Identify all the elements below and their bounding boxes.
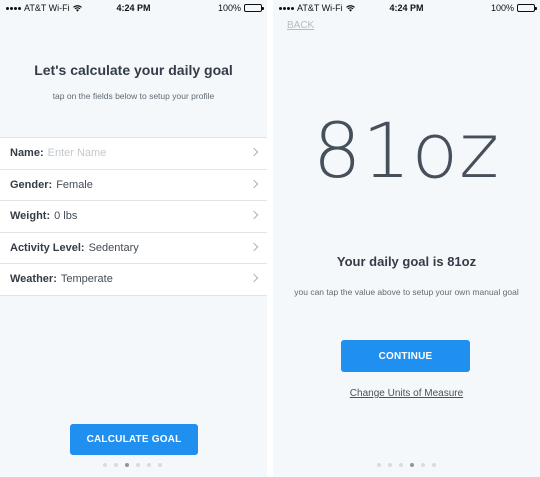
chevron-right-icon — [249, 273, 259, 283]
continue-button[interactable]: CONTINUE — [341, 340, 470, 372]
page-dot-active — [125, 463, 129, 467]
page-dot — [136, 463, 140, 467]
chevron-right-icon — [249, 210, 259, 220]
page-dot — [432, 463, 436, 467]
weight-field[interactable]: Weight: 0 lbs — [0, 201, 267, 233]
page-indicator — [103, 463, 162, 467]
field-value: 0 lbs — [54, 210, 78, 223]
back-button[interactable]: BACK — [287, 20, 314, 31]
page-subtitle: tap on the fields below to setup your pr… — [52, 91, 215, 101]
page-indicator — [377, 463, 436, 467]
page-dot — [399, 463, 403, 467]
battery-percent: 100% — [490, 3, 514, 13]
profile-setup-screen: AT&T Wi-Fi 4:24 PM 100% Let's calculate … — [0, 0, 267, 477]
battery-icon — [517, 4, 537, 12]
activity-level-field[interactable]: Activity Level: Sedentary — [0, 233, 267, 264]
status-bar: AT&T Wi-Fi 4:24 PM 100% — [0, 0, 267, 16]
change-units-link[interactable]: Change Units of Measure — [273, 388, 540, 399]
field-label: Name: — [10, 147, 44, 160]
page-title: Let's calculate your daily goal — [34, 62, 233, 78]
name-placeholder: Enter Name — [47, 147, 107, 160]
page-dot — [158, 463, 162, 467]
calculate-goal-button[interactable]: CALCULATE GOAL — [70, 424, 198, 455]
field-value: Sedentary — [88, 241, 139, 254]
battery-status: 100% — [217, 3, 264, 13]
page-dot — [103, 463, 107, 467]
battery-icon — [244, 4, 264, 12]
page-dot — [377, 463, 381, 467]
page-dot — [388, 463, 392, 467]
goal-description: you can tap the value above to setup you… — [294, 287, 519, 297]
status-bar: AT&T Wi-Fi 4:24 PM 100% — [273, 0, 540, 16]
field-label: Activity Level: — [10, 241, 85, 254]
field-value: Female — [56, 178, 93, 191]
page-dot — [147, 463, 151, 467]
page-dot — [421, 463, 425, 467]
name-field[interactable]: Name: Enter Name — [0, 138, 267, 170]
goal-value-display[interactable]: 81oz — [273, 106, 540, 195]
page-dot-active — [410, 463, 414, 467]
daily-goal-screen: AT&T Wi-Fi 4:24 PM 100% BACK 81oz Your d… — [273, 0, 540, 477]
field-value: Temperate — [60, 273, 113, 286]
chevron-right-icon — [249, 147, 259, 157]
field-label: Weight: — [10, 210, 51, 223]
field-label: Gender: — [10, 178, 53, 191]
profile-fields-list: Name: Enter Name Gender: Female Weight: … — [0, 137, 267, 296]
battery-percent: 100% — [217, 3, 241, 13]
chevron-right-icon — [249, 242, 259, 251]
page-dot — [114, 463, 118, 467]
weather-field[interactable]: Weather: Temperate — [0, 264, 267, 296]
chevron-right-icon — [249, 179, 259, 188]
field-label: Weather: — [10, 273, 57, 286]
battery-status: 100% — [490, 3, 537, 13]
gender-field[interactable]: Gender: Female — [0, 170, 267, 201]
goal-heading: Your daily goal is 81oz — [336, 254, 477, 269]
